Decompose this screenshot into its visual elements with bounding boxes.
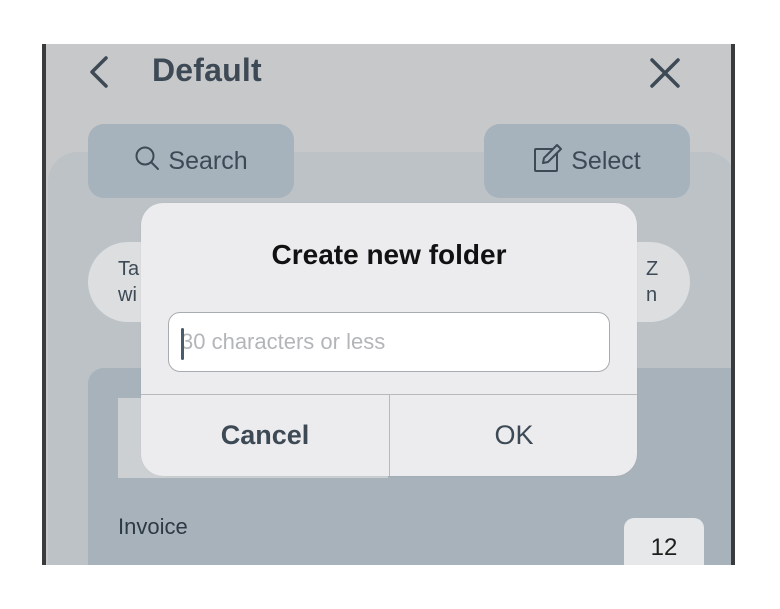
ok-button[interactable]: OK xyxy=(390,395,637,476)
chip-right-line2: n xyxy=(646,284,658,306)
create-folder-dialog: Create new folder Cancel OK xyxy=(141,203,637,476)
dialog-title: Create new folder xyxy=(271,239,507,270)
search-icon xyxy=(134,145,160,178)
select-button[interactable]: Select xyxy=(484,124,690,198)
search-button-label: Search xyxy=(168,146,248,175)
text-cursor xyxy=(181,328,184,360)
search-button[interactable]: Search xyxy=(88,124,294,198)
page-title: Default xyxy=(152,52,262,88)
folder-name-input[interactable] xyxy=(168,312,610,372)
folder-name: Invoice xyxy=(118,514,188,539)
item-count-badge: 12 xyxy=(624,518,704,565)
screen-edge-left xyxy=(42,44,46,565)
close-icon[interactable] xyxy=(648,56,682,90)
chevron-left-icon[interactable] xyxy=(86,54,112,90)
select-button-label: Select xyxy=(571,146,641,175)
edit-square-icon xyxy=(533,143,563,180)
screen-edge-right xyxy=(731,44,735,565)
chip-right-line1: Z xyxy=(646,258,659,280)
cancel-button[interactable]: Cancel xyxy=(141,395,389,476)
